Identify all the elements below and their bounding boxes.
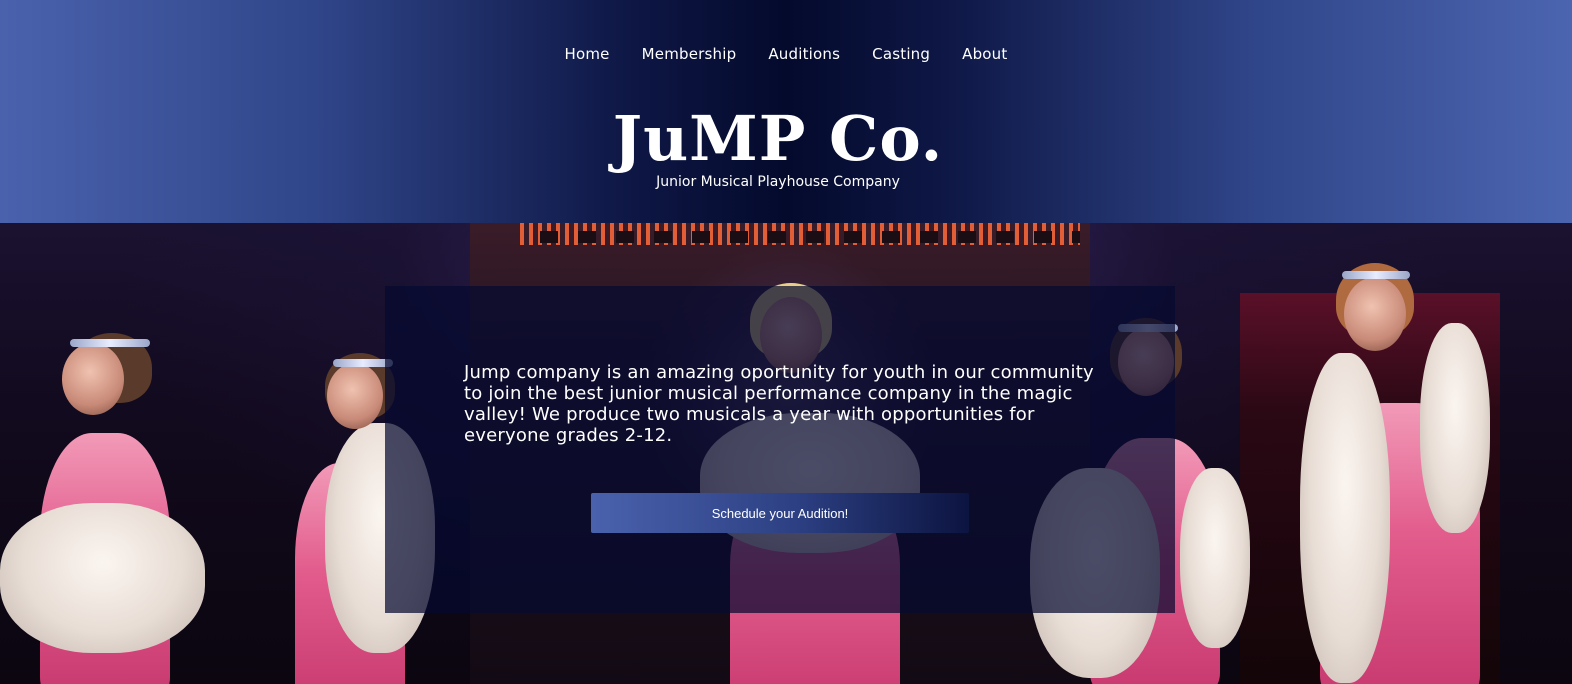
- marquee-lights-gaps: [520, 231, 1080, 243]
- performer-5: [1300, 263, 1500, 684]
- performer-1: [0, 323, 210, 684]
- site-header: Home Membership Auditions Casting About …: [0, 0, 1572, 223]
- nav-membership[interactable]: Membership: [626, 45, 753, 63]
- nav-auditions[interactable]: Auditions: [752, 45, 856, 63]
- nav-home[interactable]: Home: [549, 45, 626, 63]
- site-tagline: Junior Musical Playhouse Company: [656, 174, 900, 190]
- page: Home Membership Auditions Casting About …: [0, 0, 1572, 684]
- intro-panel: Jump company is an amazing oportunity fo…: [385, 286, 1175, 613]
- intro-text: Jump company is an amazing oportunity fo…: [464, 362, 1094, 446]
- nav-casting[interactable]: Casting: [856, 45, 946, 63]
- main-nav: Home Membership Auditions Casting About: [0, 42, 1572, 66]
- nav-about[interactable]: About: [946, 45, 1023, 63]
- schedule-audition-button[interactable]: Schedule your Audition!: [591, 493, 969, 533]
- site-logo[interactable]: JuMP Co.: [0, 104, 1556, 174]
